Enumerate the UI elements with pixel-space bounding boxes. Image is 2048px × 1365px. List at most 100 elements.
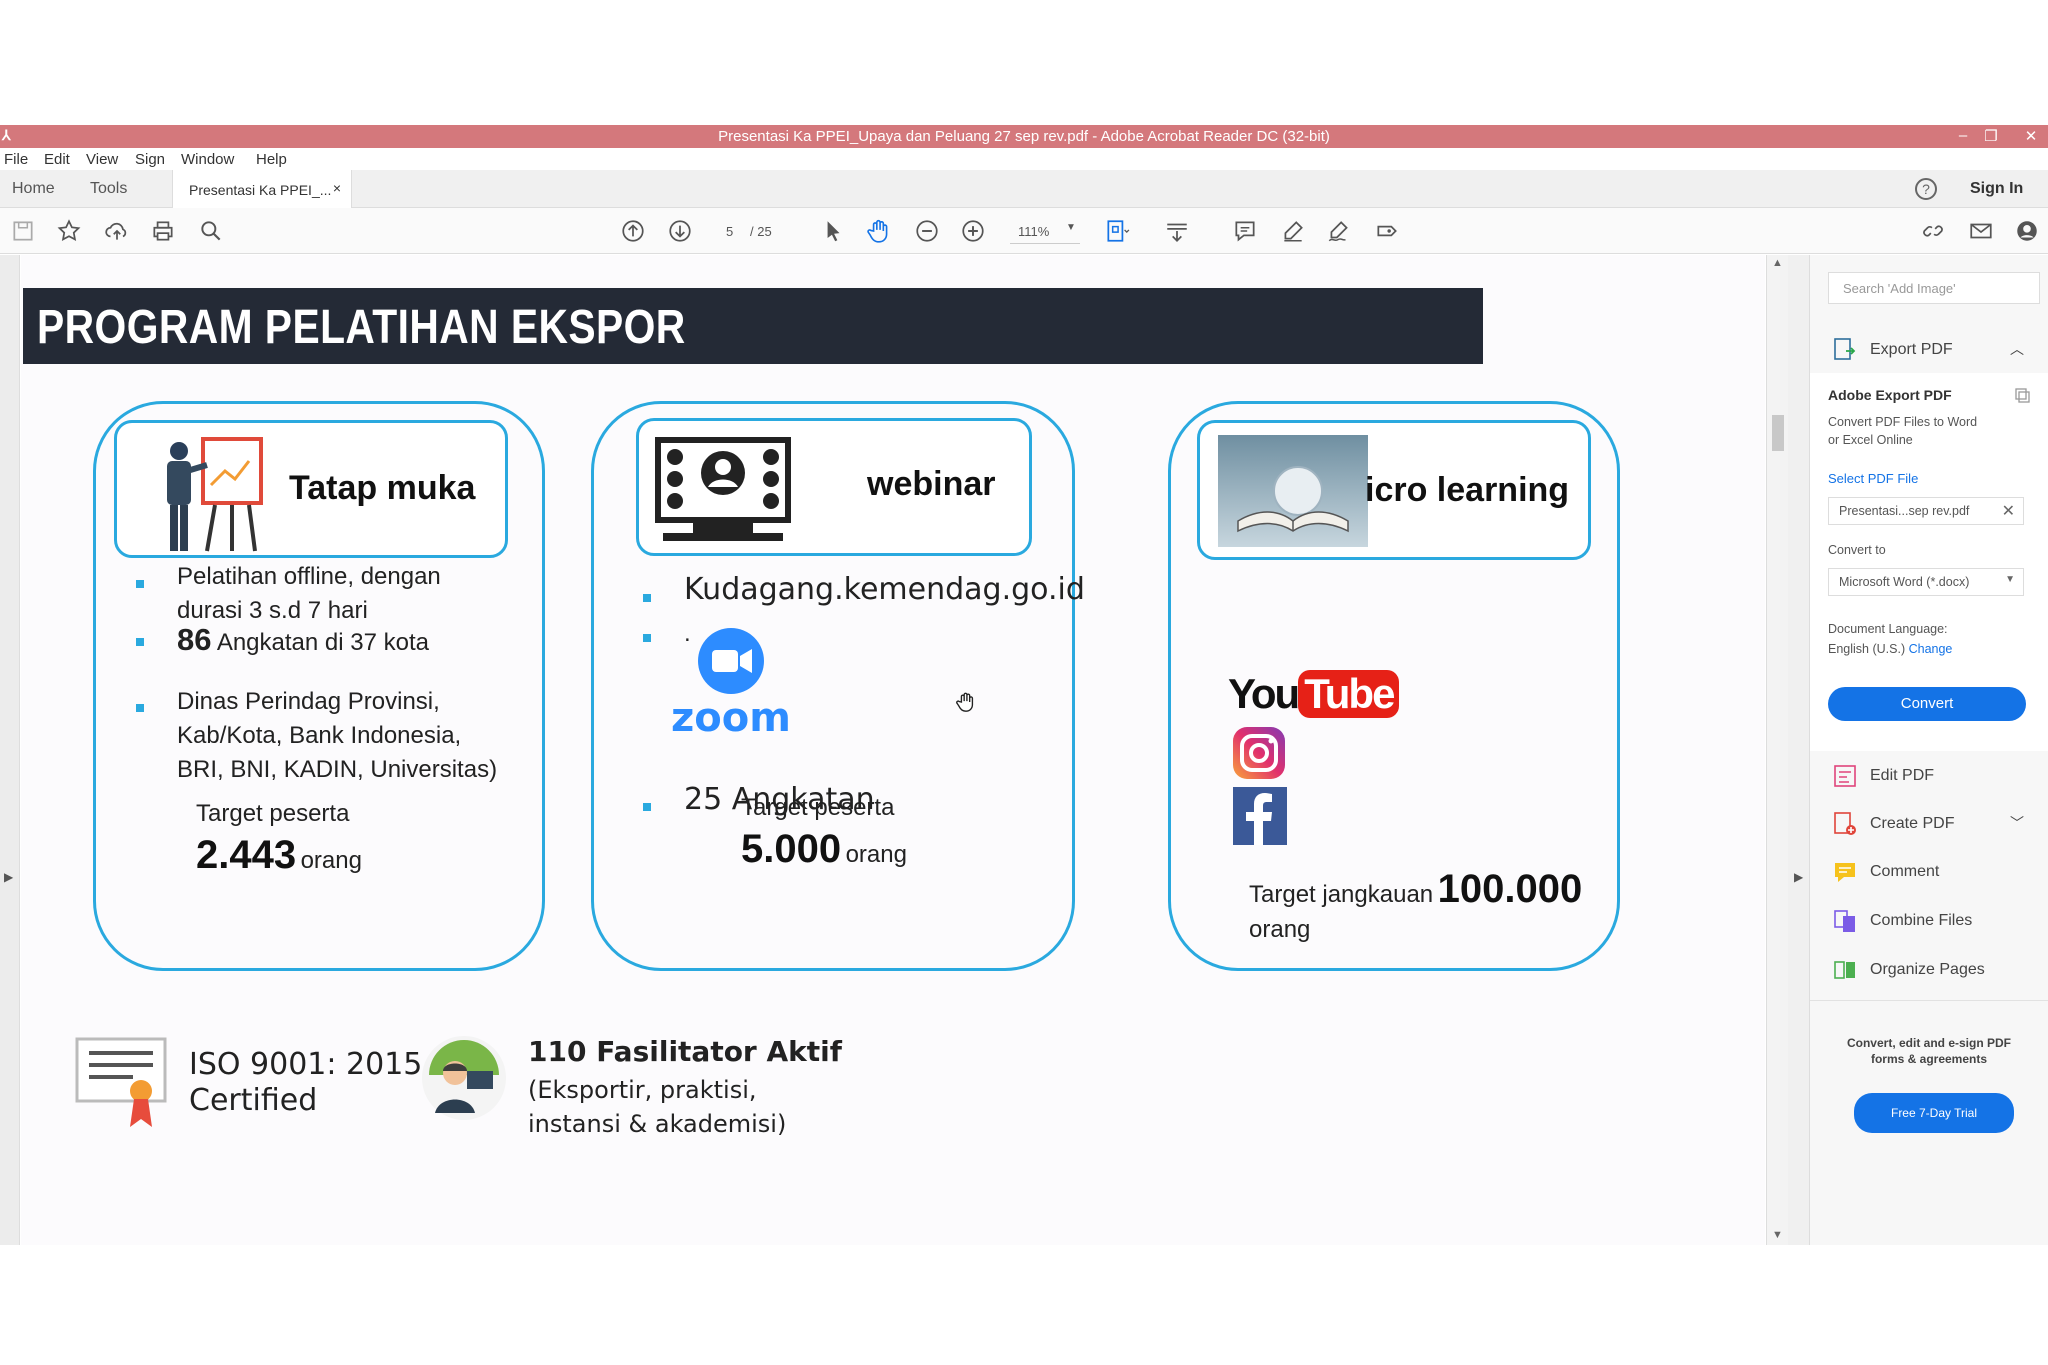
minimize-button[interactable]: –: [1950, 127, 1976, 144]
free-trial-button[interactable]: Free 7-Day Trial: [1854, 1093, 2014, 1133]
scroll-thumb[interactable]: [1772, 415, 1784, 451]
card3-target-unit: orang: [1249, 916, 1311, 943]
star-icon[interactable]: [56, 218, 82, 244]
left-panel-toggle[interactable]: ▶: [0, 255, 20, 1245]
card1-bullet3-line1: Dinas Perindag Provinsi,: [177, 688, 440, 715]
hand-tool-icon[interactable]: [866, 218, 892, 244]
chevron-down-icon: ▼: [2005, 574, 2015, 585]
bullet: [643, 634, 651, 642]
promo-line1: Convert, edit and e-sign PDF: [1846, 1036, 2011, 1050]
screen: ⅄ Presentasi Ka PPEI_Upaya dan Peluang 2…: [0, 0, 2048, 1365]
next-page-icon[interactable]: [667, 218, 693, 244]
export-pdf-icon: [1834, 338, 1856, 360]
zoom-in-icon[interactable]: [960, 218, 986, 244]
remove-file-icon[interactable]: ✕: [2002, 501, 2015, 521]
comment-tool-icon: [1835, 863, 1855, 882]
previous-page-icon[interactable]: [620, 218, 646, 244]
scroll-mode-icon[interactable]: [1164, 218, 1190, 244]
fasilitator-desc: (Eksportir, praktisi, instansi & akademi…: [528, 1073, 786, 1141]
selected-file-field[interactable]: Presentasi...sep rev.pdf ✕: [1828, 497, 2024, 525]
card-tatap-muka-title: Tatap muka: [289, 469, 476, 507]
page-number-field[interactable]: 5 / 25: [712, 218, 782, 244]
vertical-scrollbar[interactable]: ▲ ▼: [1766, 255, 1788, 1245]
presenter-icon: [167, 437, 263, 552]
tab-document[interactable]: Presentasi Ka PPEI_... ×: [172, 170, 352, 208]
menu-help[interactable]: Help: [256, 151, 287, 168]
right-panel-toggle[interactable]: ▶: [1788, 255, 1810, 1245]
help-icon[interactable]: ?: [1915, 178, 1937, 200]
card-webinar-header: webinar: [636, 418, 1032, 556]
tab-tools[interactable]: Tools: [90, 180, 127, 198]
adobe-export-title: Adobe Export PDF: [1828, 387, 1952, 403]
export-pdf-label: Export PDF: [1870, 341, 1953, 358]
close-tab-icon[interactable]: ×: [333, 180, 341, 196]
search-icon[interactable]: [198, 218, 224, 244]
doc-language-value: English (U.S.): [1828, 642, 1906, 656]
card-webinar-title: webinar: [867, 465, 996, 503]
email-icon[interactable]: [1968, 218, 1994, 244]
card1-bullet3-line2: Kab/Kota, Bank Indonesia,: [177, 722, 462, 749]
comment-icon[interactable]: [1232, 218, 1258, 244]
tools-pane: Search 'Add Image' Export PDF ︿ Adobe Ex…: [1810, 255, 2048, 1245]
zoom-out-icon[interactable]: [914, 218, 940, 244]
card-micro-learning-title: icro learning: [1365, 471, 1570, 509]
doc-language-label: Document Language:: [1828, 622, 1948, 636]
page-current[interactable]: 5: [726, 224, 733, 239]
copy-icon[interactable]: [2014, 387, 2032, 405]
promo-line2: forms & agreements: [1870, 1052, 1988, 1066]
highlight-pen-icon[interactable]: [1280, 218, 1306, 244]
select-pdf-file-link[interactable]: Select PDF File: [1828, 471, 1918, 486]
document-page[interactable]: PROGRAM PELATIHAN EKSPOR Tatap muka Pela…: [21, 255, 1765, 1245]
title-bar: ⅄ Presentasi Ka PPEI_Upaya dan Peluang 2…: [0, 125, 2048, 148]
instagram-icon: [1233, 727, 1285, 779]
card2-target: 5.000 orang: [741, 827, 907, 872]
stamp-icon[interactable]: [1374, 218, 1400, 244]
select-tool-icon[interactable]: [820, 218, 846, 244]
tab-home[interactable]: Home: [12, 180, 55, 198]
card1-bullet1-line1: Pelatihan offline, dengan: [177, 563, 441, 590]
convert-button[interactable]: Convert: [1828, 687, 2026, 721]
cloud-upload-icon[interactable]: [104, 218, 130, 244]
menu-view[interactable]: View: [86, 151, 118, 168]
card1-bullet3-line3: BRI, BNI, KADIN, Universitas): [177, 756, 498, 783]
window-title: Presentasi Ka PPEI_Upaya dan Peluang 27 …: [718, 128, 1330, 145]
menu-file[interactable]: File: [4, 151, 28, 168]
page-fit-icon[interactable]: [1104, 218, 1130, 244]
facilitator-avatar: [422, 1036, 506, 1120]
bullet: [643, 803, 651, 811]
menu-edit[interactable]: Edit: [44, 151, 70, 168]
card1-target: 2.443 orang: [196, 833, 362, 878]
scroll-down-icon[interactable]: ▼: [1772, 1229, 1783, 1241]
chevron-right-icon: ▶: [1794, 870, 1804, 884]
chevron-up-icon[interactable]: ︿: [2010, 339, 2024, 359]
promo-text: Convert, edit and e-sign PDF forms & agr…: [1810, 1035, 2048, 1067]
card2-target-unit: orang: [845, 841, 907, 868]
sign-in-button[interactable]: Sign In: [1970, 180, 2023, 198]
share-link-icon[interactable]: [1920, 218, 1946, 244]
edit-pdf-icon: [1834, 765, 1856, 787]
zoom-level-dropdown[interactable]: 111% ▼: [1010, 218, 1080, 244]
tools-search-input[interactable]: Search 'Add Image': [1828, 272, 2040, 304]
scroll-up-icon[interactable]: ▲: [1772, 257, 1783, 269]
document-language: Document Language: English (U.S.) Change: [1828, 619, 1952, 659]
chevron-down-icon[interactable]: ﹀: [2010, 813, 2024, 833]
card1-bullet3: Dinas Perindag Provinsi, Kab/Kota, Bank …: [177, 685, 497, 787]
card-micro-learning-header: icro learning: [1197, 420, 1591, 560]
convert-format-dropdown[interactable]: Microsoft Word (*.docx) ▼: [1828, 568, 2024, 596]
organize-pages-icon: [1834, 961, 1855, 979]
adobe-export-desc2: or Excel Online: [1828, 433, 1913, 447]
change-language-link[interactable]: Change: [1909, 642, 1953, 656]
print-icon[interactable]: [150, 218, 176, 244]
fasilitator-line2: instansi & akademisi): [528, 1110, 787, 1138]
divider: [1810, 1000, 2048, 1001]
bullet: [643, 594, 651, 602]
card1-bullet2: 86 Angkatan di 37 kota: [177, 623, 429, 660]
sign-icon[interactable]: [1326, 218, 1352, 244]
account-icon[interactable]: [2014, 218, 2040, 244]
close-window-button[interactable]: ✕: [2018, 127, 2044, 145]
menu-window[interactable]: Window: [181, 151, 234, 168]
page-total: / 25: [750, 224, 772, 239]
save-icon[interactable]: [10, 218, 36, 244]
restore-button[interactable]: ❐: [1978, 127, 2004, 145]
menu-sign[interactable]: Sign: [135, 151, 165, 168]
